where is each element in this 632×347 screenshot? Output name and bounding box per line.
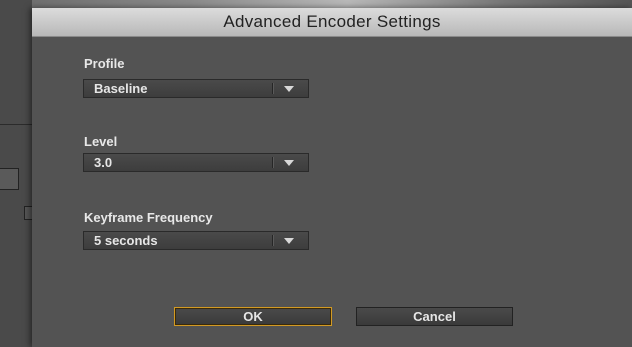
select-divider [272, 157, 274, 168]
screen: Advanced Encoder Settings Profile Baseli… [0, 0, 632, 347]
chevron-down-icon [284, 160, 294, 166]
dialog-title: Advanced Encoder Settings [32, 8, 632, 37]
profile-label: Profile [84, 56, 125, 71]
chevron-down-icon [284, 86, 294, 92]
level-value: 3.0 [94, 155, 113, 170]
select-divider [272, 83, 274, 94]
keyframe-frequency-select[interactable]: 5 seconds [83, 231, 309, 250]
level-label: Level [84, 134, 118, 149]
keyframe-frequency-label: Keyframe Frequency [84, 210, 213, 225]
keyframe-frequency-value: 5 seconds [94, 233, 158, 248]
ok-button[interactable]: OK [174, 307, 332, 326]
background-input [0, 168, 19, 190]
cancel-button[interactable]: Cancel [356, 307, 513, 326]
chevron-down-icon [284, 238, 294, 244]
profile-select[interactable]: Baseline [83, 79, 309, 98]
select-divider [272, 235, 274, 246]
profile-value: Baseline [94, 81, 148, 96]
level-select[interactable]: 3.0 [83, 153, 309, 172]
background-divider [0, 124, 32, 125]
advanced-encoder-settings-dialog: Advanced Encoder Settings Profile Baseli… [32, 8, 632, 347]
